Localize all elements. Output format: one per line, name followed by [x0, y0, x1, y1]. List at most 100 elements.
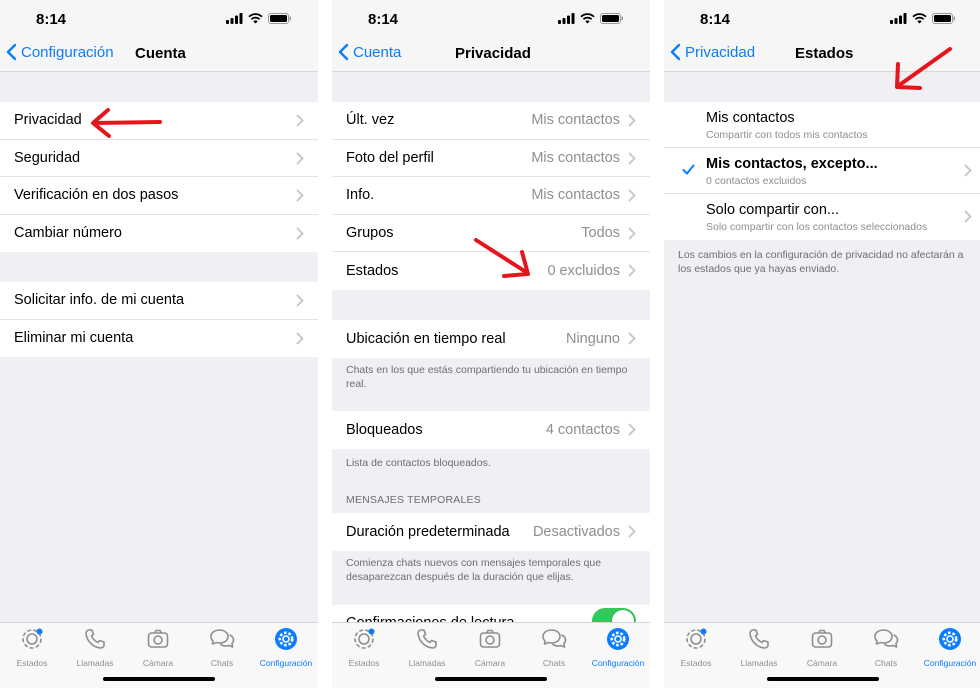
duration-footnote: Comienza chats nuevos con mensajes tempo…: [346, 557, 602, 583]
tab-camera[interactable]: Cámara: [460, 627, 520, 668]
row-request-info[interactable]: Solicitar info. de mi cuenta: [0, 282, 318, 320]
back-label: Configuración: [21, 43, 114, 61]
signal-icon: [890, 13, 907, 24]
option-title: Mis contactos: [706, 110, 795, 126]
status-icons: [226, 13, 292, 24]
signal-icon: [558, 13, 575, 24]
tab-bar: Estados Llamadas Cámara Chats Configuración: [332, 622, 650, 688]
status-bar: 8:14: [664, 0, 980, 38]
tab-label: Chats: [210, 658, 234, 668]
row-label: Bloqueados: [346, 421, 423, 438]
tab-label: Configuración: [923, 658, 977, 668]
nav-bar: Configuración Cuenta: [0, 38, 318, 72]
tab-camera[interactable]: Cámara: [128, 627, 188, 668]
tab-label: Chats: [874, 658, 898, 668]
option-my-contacts[interactable]: Mis contactos Compartir con todos mis co…: [664, 102, 980, 148]
row-change-number[interactable]: Cambiar número: [0, 215, 318, 253]
wifi-icon: [580, 13, 595, 24]
checkmark-icon: [682, 164, 695, 175]
chevron-right-icon: [628, 152, 636, 164]
tab-settings[interactable]: Configuración: [920, 627, 980, 668]
row-label: Ubicación en tiempo real: [346, 330, 506, 347]
tab-settings[interactable]: Configuración: [588, 627, 648, 668]
phone-icon: [83, 629, 107, 655]
page-title: Privacidad: [455, 45, 531, 62]
chevron-right-icon: [964, 164, 972, 177]
tab-camera[interactable]: Cámara: [792, 627, 852, 668]
back-button[interactable]: Cuenta: [338, 43, 401, 61]
row-live-location[interactable]: Ubicación en tiempo real Ninguno: [332, 320, 650, 358]
status-privacy-screen: 8:14 Privacidad Estados Mis contactos Co…: [664, 0, 980, 688]
tab-status[interactable]: Estados: [666, 627, 726, 668]
back-button[interactable]: Configuración: [6, 43, 114, 61]
row-value: Todos: [581, 224, 620, 241]
tab-bar: Estados Llamadas Cámara Chats Configuración: [664, 622, 980, 688]
row-value: 0 excluidos: [547, 262, 620, 279]
screenshot-collage: 8:14 Configuración Cuenta Privacidad Seg…: [0, 0, 980, 688]
temp-messages-group: Duración predeterminada Desactivados: [332, 513, 650, 551]
row-privacy[interactable]: Privacidad: [0, 102, 318, 140]
tab-label: Cámara: [142, 658, 174, 668]
tab-chats[interactable]: Chats: [856, 627, 916, 668]
back-button[interactable]: Privacidad: [670, 43, 755, 61]
row-groups[interactable]: Grupos Todos: [332, 215, 650, 252]
row-default-duration[interactable]: Duración predeterminada Desactivados: [332, 513, 650, 551]
status-time: 8:14: [36, 11, 67, 28]
battery-icon: [600, 13, 623, 24]
home-indicator[interactable]: [103, 677, 215, 681]
tab-calls[interactable]: Llamadas: [729, 627, 789, 668]
tab-calls[interactable]: Llamadas: [65, 627, 125, 668]
option-subtitle: Solo compartir con los contactos selecci…: [706, 221, 928, 233]
option-my-contacts-except[interactable]: Mis contactos, excepto... 0 contactos ex…: [664, 148, 980, 194]
location-group: Ubicación en tiempo real Ninguno: [332, 320, 650, 358]
row-profile-photo[interactable]: Foto del perfil Mis contactos: [332, 140, 650, 177]
battery-icon: [268, 13, 291, 24]
tab-chats[interactable]: Chats: [524, 627, 584, 668]
row-label: Info.: [346, 187, 375, 204]
tab-calls[interactable]: Llamadas: [397, 627, 457, 668]
row-two-step[interactable]: Verificación en dos pasos: [0, 177, 318, 215]
back-label: Privacidad: [685, 43, 756, 61]
tab-chats[interactable]: Chats: [192, 627, 252, 668]
tab-label: Chats: [542, 658, 566, 668]
option-subtitle: 0 contactos excluidos: [706, 175, 807, 187]
tab-label: Llamadas: [76, 658, 114, 668]
camera-icon: [478, 629, 502, 655]
row-value: Ninguno: [565, 330, 620, 347]
row-value: Desactivados: [532, 523, 620, 540]
row-label: Privacidad: [14, 112, 82, 129]
chats-icon: [209, 629, 235, 655]
row-security[interactable]: Seguridad: [0, 140, 318, 177]
location-footnote: Chats en los que estás compartiendo tu u…: [346, 364, 628, 390]
home-indicator[interactable]: [435, 677, 547, 681]
chevron-right-icon: [296, 152, 304, 164]
chevron-right-icon: [628, 227, 636, 239]
row-label: Eliminar mi cuenta: [14, 330, 134, 347]
row-delete-account[interactable]: Eliminar mi cuenta: [0, 320, 318, 358]
home-indicator[interactable]: [767, 677, 879, 681]
camera-icon: [146, 629, 170, 655]
status-icon: [684, 628, 708, 655]
tab-status[interactable]: Estados: [334, 627, 394, 668]
chevron-left-icon: [670, 43, 681, 61]
status-bar: 8:14: [0, 0, 318, 38]
chevron-right-icon: [628, 264, 636, 277]
chevron-right-icon: [296, 114, 304, 127]
row-last-seen[interactable]: Últ. vez Mis contactos: [332, 102, 650, 140]
status-time: 8:14: [368, 11, 399, 28]
row-info[interactable]: Info. Mis contactos: [332, 177, 650, 215]
row-value: Mis contactos: [531, 112, 620, 129]
tab-status[interactable]: Estados: [2, 627, 62, 668]
tab-settings[interactable]: Configuración: [256, 627, 316, 668]
status-icons: [558, 13, 624, 24]
row-label: Solicitar info. de mi cuenta: [14, 292, 185, 309]
chevron-right-icon: [628, 332, 636, 345]
chevron-left-icon: [6, 43, 17, 61]
wifi-icon: [248, 13, 263, 24]
row-label: Seguridad: [14, 149, 81, 166]
tab-label: Llamadas: [408, 658, 446, 668]
status-options-group: Mis contactos Compartir con todos mis co…: [664, 102, 980, 240]
option-only-share-with[interactable]: Solo compartir con... Solo compartir con…: [664, 194, 980, 240]
row-status[interactable]: Estados 0 excluidos: [332, 252, 650, 290]
row-blocked[interactable]: Bloqueados 4 contactos: [332, 411, 650, 449]
